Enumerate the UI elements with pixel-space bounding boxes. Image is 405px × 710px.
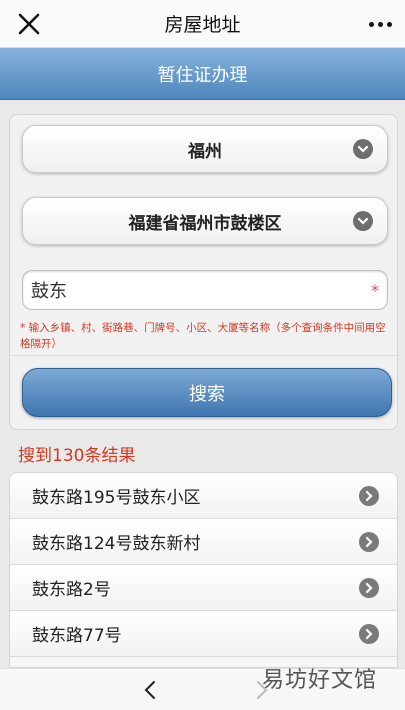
district-select[interactable]: 福建省福州市鼓楼区 [22,197,388,245]
list-item-label: 鼓东路77号 [32,626,122,646]
required-mark: * [371,281,379,300]
list-item[interactable]: 鼓东路124号鼓东新村 [10,519,397,565]
banner-title: 暂住证办理 [0,48,405,100]
divider [10,355,397,356]
list-item-label: 鼓东路195号鼓东小区 [32,488,201,508]
chevron-down-icon [353,139,373,159]
close-icon[interactable] [14,9,44,39]
top-bar: 房屋地址 [0,0,405,48]
chevron-right-icon [359,624,379,644]
search-button[interactable]: 搜索 [22,368,392,417]
keyword-input[interactable]: 鼓东 * [22,270,388,310]
keyword-input-value: 鼓东 [31,281,67,302]
list-item[interactable]: 鼓东路2号 [10,565,397,611]
chevron-right-icon [359,532,379,552]
list-item[interactable]: 鼓东路195号鼓东小区 [10,473,397,519]
search-form: 福州 福建省福州市鼓楼区 鼓东 * * 输入乡镇、村、街路巷、门牌号、小区、大厦… [9,114,398,430]
search-hint: * 输入乡镇、村、街路巷、门牌号、小区、大厦等名称（多个查询条件中间用空格隔开） [20,322,386,350]
page-title: 房屋地址 [164,14,241,36]
result-list: 鼓东路195号鼓东小区 鼓东路124号鼓东新村 鼓东路2号 鼓东路77号 [9,472,398,668]
result-count: 搜到130条结果 [18,446,136,466]
back-arrow-icon[interactable] [140,679,162,701]
list-item[interactable]: 鼓东路77号 [10,611,397,657]
list-item-label: 鼓东路124号鼓东新村 [32,534,201,554]
chevron-right-icon [359,578,379,598]
city-select[interactable]: 福州 [22,125,388,173]
district-select-value: 福建省福州市鼓楼区 [128,213,282,234]
chevron-right-icon [359,486,379,506]
list-item-label: 鼓东路2号 [32,580,111,600]
chevron-down-icon [353,211,373,231]
watermark: 易坊好文馆 [262,668,378,693]
more-icon[interactable] [365,10,395,38]
city-select-value: 福州 [188,141,222,162]
